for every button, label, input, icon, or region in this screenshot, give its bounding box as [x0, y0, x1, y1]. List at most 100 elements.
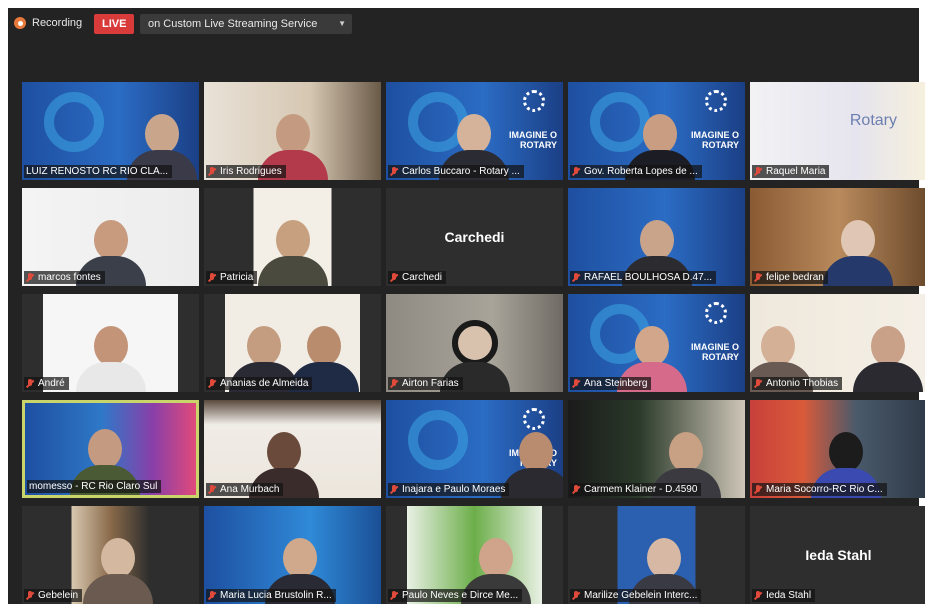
- participant-tile[interactable]: Carmem Klainer - D.4590: [568, 400, 745, 498]
- participant-name-tag: Gov. Roberta Lopes de ...: [570, 165, 702, 178]
- participant-figure: [501, 432, 563, 498]
- recording-icon: [14, 17, 26, 29]
- participant-name-tag: Iris Rodrigues: [206, 165, 286, 178]
- stream-service-dropdown[interactable]: on Custom Live Streaming Service ▼: [140, 14, 352, 34]
- participant-tile[interactable]: Carchedi Carchedi: [386, 188, 563, 286]
- participant-name: Patricia: [220, 272, 254, 283]
- participant-name-tag: Paulo Neves e Dirce Me...: [388, 589, 523, 602]
- participant-figure: [823, 220, 893, 286]
- participant-name: LUIZ RENOSTO RC RIO CLA...: [26, 166, 169, 177]
- participant-tile[interactable]: Airton Farias: [386, 294, 563, 392]
- participant-name-tag: Airton Farias: [388, 377, 463, 390]
- participant-figure: [257, 220, 328, 286]
- mic-muted-icon: [390, 378, 398, 389]
- participant-name-tag: André: [24, 377, 69, 390]
- participant-name-tag: RAFAEL BOULHOSA D.47...: [570, 271, 717, 284]
- recording-indicator[interactable]: Recording: [14, 17, 82, 29]
- participant-tile[interactable]: Iris Rodrigues: [204, 82, 381, 180]
- participant-tile[interactable]: Maria Lucia Brustolin R...: [204, 506, 381, 604]
- participant-name: Gebelein: [38, 590, 79, 601]
- participant-tile[interactable]: André: [22, 294, 199, 392]
- mic-muted-icon: [390, 272, 398, 283]
- participant-name: RAFAEL BOULHOSA D.47...: [584, 272, 713, 283]
- participant-name-tag: Antonio Thobias: [752, 377, 843, 390]
- rotary-ring-graphic: [44, 92, 104, 152]
- participant-tile[interactable]: Patricia: [204, 188, 381, 286]
- participant-name-tag: felipe bedran: [752, 271, 828, 284]
- mic-muted-icon: [26, 378, 34, 389]
- participant-name: Iris Rodrigues: [220, 166, 282, 177]
- mic-muted-icon: [572, 378, 580, 389]
- mic-muted-icon: [208, 272, 216, 283]
- mic-muted-icon: [390, 484, 398, 495]
- imagine-rotary-banner: IMAGINE OROTARY: [690, 130, 739, 150]
- participant-tile[interactable]: felipe bedran: [750, 188, 925, 286]
- participant-tile[interactable]: IMAGINE O ROTARY Ana Steinberg: [568, 294, 745, 392]
- participant-tile[interactable]: Antonio Thobias: [750, 294, 925, 392]
- mic-muted-icon: [572, 272, 580, 283]
- participant-tile[interactable]: Ana Murbach: [204, 400, 381, 498]
- participant-name: Airton Farias: [402, 378, 459, 389]
- participant-name-tag: LUIZ RENOSTO RC RIO CLA...: [24, 165, 173, 178]
- mic-muted-icon: [754, 590, 762, 601]
- participant-tile[interactable]: LUIZ RENOSTO RC RIO CLA...: [22, 82, 199, 180]
- participant-name: Ana Murbach: [220, 484, 280, 495]
- mic-muted-icon: [208, 590, 216, 601]
- participant-name: Paulo Neves e Dirce Me...: [402, 590, 519, 601]
- zoom-window: Recording LIVE on Custom Live Streaming …: [8, 8, 925, 604]
- mic-muted-icon: [208, 378, 216, 389]
- mic-muted-icon: [390, 590, 398, 601]
- imagine-rotary-banner: IMAGINE OROTARY: [690, 342, 739, 362]
- mic-muted-icon: [208, 166, 216, 177]
- mic-muted-icon: [572, 484, 580, 495]
- mic-muted-icon: [390, 166, 398, 177]
- participant-tile[interactable]: Rotary Raquel Maria: [750, 82, 925, 180]
- participant-name-tag: Ana Steinberg: [570, 377, 652, 390]
- mic-muted-icon: [26, 590, 34, 601]
- participant-tile[interactable]: Marilize Gebelein Interc...: [568, 506, 745, 604]
- participant-name-tag: Patricia: [206, 271, 258, 284]
- participant-tile[interactable]: Gebelein: [22, 506, 199, 604]
- participant-name: Ieda Stahl: [766, 590, 812, 601]
- participant-name-tag: Raquel Maria: [752, 165, 830, 178]
- participant-name-tag: Gebelein: [24, 589, 83, 602]
- participant-name-tag: Carmem Klainer - D.4590: [570, 483, 702, 496]
- rotary-gear-icon: [705, 302, 727, 324]
- participant-tile[interactable]: IMAGINE O ROTARY Carlos Buccaro - Rotary …: [386, 82, 563, 180]
- live-badge: LIVE: [94, 14, 135, 34]
- rotary-gear-icon: [523, 90, 545, 112]
- participant-tile[interactable]: Ieda Stahl Ieda Stahl: [750, 506, 925, 604]
- participant-tile[interactable]: RAFAEL BOULHOSA D.47...: [568, 188, 745, 286]
- stream-service-label: on Custom Live Streaming Service: [148, 18, 318, 30]
- participant-tile[interactable]: marcos fontes: [22, 188, 199, 286]
- participant-name-tag: Marilize Gebelein Interc...: [570, 589, 702, 602]
- participant-figure: [83, 538, 153, 604]
- participant-figure: [853, 326, 923, 392]
- participant-name-tag: marcos fontes: [24, 271, 105, 284]
- participant-name: Carmem Klainer - D.4590: [584, 484, 698, 495]
- participant-figure: [75, 326, 146, 392]
- participant-name-tag: Maria Socorro-RC Rio C...: [752, 483, 887, 496]
- participant-tile[interactable]: Maria Socorro-RC Rio C...: [750, 400, 925, 498]
- participant-name-tag: Ieda Stahl: [752, 589, 816, 602]
- participant-name: Maria Lucia Brustolin R...: [220, 590, 332, 601]
- participant-tile-active-speaker[interactable]: momesso - RC Rio Claro Sul: [22, 400, 199, 498]
- participant-name-tag: Ana Murbach: [206, 483, 284, 496]
- mic-muted-icon: [754, 484, 762, 495]
- mic-muted-icon: [208, 484, 216, 495]
- mic-muted-icon: [26, 272, 34, 283]
- participant-tile[interactable]: Paulo Neves e Dirce Me...: [386, 506, 563, 604]
- participant-tile[interactable]: IMAGINE OROTARY Inajara e Paulo Moraes: [386, 400, 563, 498]
- participant-name: Raquel Maria: [766, 166, 826, 177]
- participant-name: felipe bedran: [766, 272, 824, 283]
- participant-tile[interactable]: IMAGINE O ROTARY Gov. Roberta Lopes de ..…: [568, 82, 745, 180]
- mic-muted-icon: [572, 590, 580, 601]
- participant-tile[interactable]: Ananias de Almeida: [204, 294, 381, 392]
- mic-muted-icon: [754, 378, 762, 389]
- participant-name: marcos fontes: [38, 272, 101, 283]
- participant-name: Carchedi: [402, 272, 443, 283]
- mic-muted-icon: [754, 166, 762, 177]
- participant-name: André: [38, 378, 65, 389]
- participant-name-tag: Carlos Buccaro - Rotary ...: [388, 165, 524, 178]
- participant-name: Antonio Thobias: [766, 378, 839, 389]
